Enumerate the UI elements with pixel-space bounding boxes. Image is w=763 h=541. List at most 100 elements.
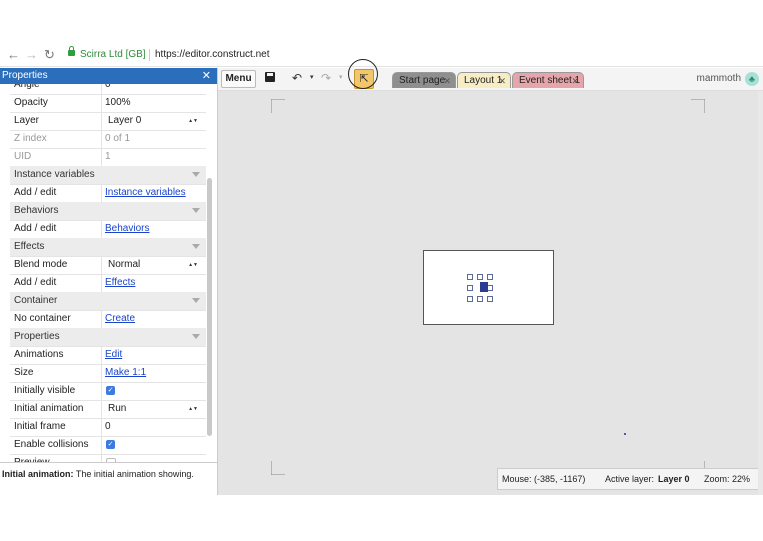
cursor-highlight-ring	[348, 59, 378, 89]
section-title: Instance variables	[14, 169, 95, 180]
property-name: Preview	[14, 454, 50, 462]
property-select[interactable]: Run ▲▼	[105, 400, 202, 418]
menu-button[interactable]: Menu	[221, 70, 256, 88]
property-value[interactable]: 100%	[105, 94, 202, 112]
property-row: Initially visible ✓	[10, 382, 206, 401]
corner-marker-top-right	[691, 99, 705, 113]
property-section[interactable]: Behaviors	[10, 202, 206, 221]
properties-scrollbar[interactable]	[207, 178, 212, 436]
property-row: Z index 0 of 1	[10, 130, 206, 149]
url-text[interactable]: https://editor.construct.net	[155, 48, 270, 62]
link-text[interactable]: Instance variables	[105, 187, 186, 198]
resize-handle-nw[interactable]	[467, 274, 473, 280]
property-section[interactable]: Effects	[10, 238, 206, 257]
resize-handle-ne[interactable]	[487, 274, 493, 280]
layout-area[interactable]	[423, 250, 554, 325]
section-title: Effects	[14, 241, 45, 252]
column-divider	[101, 94, 102, 112]
tab-close-icon[interactable]: ✕	[443, 73, 451, 89]
value-text: 100%	[105, 97, 131, 108]
property-row: Size Make 1:1	[10, 364, 206, 383]
property-link[interactable]: Behaviors	[105, 220, 202, 238]
column-divider	[101, 400, 102, 418]
property-row: No container Create	[10, 310, 206, 329]
property-link[interactable]: Effects	[105, 274, 202, 292]
player-sprite[interactable]	[480, 282, 488, 292]
redo-dropdown-icon[interactable]: ▾	[339, 73, 343, 81]
property-value: 0 of 1	[105, 130, 202, 148]
property-name: Initially visible	[14, 385, 76, 396]
property-row: UID 1	[10, 148, 206, 167]
property-name: Add / edit	[14, 223, 57, 234]
forward-icon[interactable]: →	[25, 47, 38, 63]
property-row: Add / edit Effects	[10, 274, 206, 293]
property-name: Animations	[14, 349, 64, 360]
user-avatar-icon[interactable]: ♣	[745, 72, 759, 86]
property-name: Layer	[14, 115, 40, 126]
tab-close-icon[interactable]: ✕	[571, 73, 579, 89]
tab-layout-1[interactable]: Layout 1 ✕	[457, 72, 511, 88]
property-section[interactable]: Properties	[10, 328, 206, 347]
column-divider	[101, 256, 102, 274]
checkbox[interactable]: ✓	[106, 386, 115, 395]
tab-label: Start page	[399, 75, 446, 86]
property-row: Blend mode Normal ▲▼	[10, 256, 206, 275]
resize-handle-n[interactable]	[477, 274, 483, 280]
help-label: Initial animation:	[2, 469, 74, 479]
value-text: Normal	[108, 259, 141, 270]
layout-canvas[interactable]: Mouse: (-385, -1167) Active layer: Layer…	[218, 91, 763, 495]
close-icon[interactable]: ✕	[202, 68, 211, 84]
corner-marker-bottom-left	[271, 461, 285, 475]
link-text[interactable]: Create	[105, 313, 135, 324]
link-text[interactable]: Edit	[105, 349, 122, 360]
properties-header: Properties ✕	[0, 68, 217, 84]
resize-handle-se[interactable]	[487, 296, 493, 302]
user-name[interactable]: mammoth	[697, 72, 741, 86]
resize-handle-sw[interactable]	[467, 296, 473, 302]
property-name: Add / edit	[14, 187, 57, 198]
property-value[interactable]: 0	[105, 418, 202, 436]
property-name: Initial frame	[14, 421, 66, 432]
link-text[interactable]: Effects	[105, 277, 135, 288]
property-select[interactable]: Layer 0 ▲▼	[105, 112, 202, 130]
collapse-icon[interactable]	[192, 172, 200, 177]
save-icon[interactable]	[265, 72, 275, 82]
property-section[interactable]: Container	[10, 292, 206, 311]
link-text[interactable]: Behaviors	[105, 223, 149, 234]
property-value[interactable]: 0	[105, 84, 202, 94]
column-divider	[101, 148, 102, 166]
property-name: Blend mode	[14, 259, 68, 270]
undo-dropdown-icon[interactable]: ▾	[310, 73, 314, 81]
collapse-icon[interactable]	[192, 298, 200, 303]
tab-close-icon[interactable]: ✕	[498, 73, 506, 89]
property-name: UID	[14, 151, 32, 162]
redo-icon[interactable]: ↷	[321, 70, 331, 86]
property-select[interactable]: Normal ▲▼	[105, 256, 202, 274]
property-link[interactable]: Create	[105, 310, 202, 328]
link-text[interactable]: Make 1:1	[105, 367, 146, 378]
checkbox[interactable]: ✓	[106, 440, 115, 449]
collapse-icon[interactable]	[192, 208, 200, 213]
property-section[interactable]: Instance variables	[10, 166, 206, 185]
tab-start-page[interactable]: Start page ✕	[392, 72, 456, 88]
tab-event-sheet-1[interactable]: Event sheet 1 ✕	[512, 72, 584, 88]
properties-panel: Properties ✕ Angle 0 Opacity 100% Layer Layer…	[0, 68, 218, 495]
site-identity[interactable]: Scirra Ltd [GB]	[80, 48, 146, 62]
resize-handle-w[interactable]	[467, 285, 473, 291]
section-title: Container	[14, 295, 58, 306]
column-divider	[101, 184, 102, 202]
reload-icon[interactable]: ↻	[44, 47, 55, 63]
property-link[interactable]: Instance variables	[105, 184, 202, 202]
value-text: 0 of 1	[105, 133, 131, 144]
collapse-icon[interactable]	[192, 244, 200, 249]
back-icon[interactable]: ←	[7, 47, 20, 63]
property-name: No container	[14, 313, 71, 324]
undo-icon[interactable]: ↶	[292, 70, 302, 86]
collapse-icon[interactable]	[192, 334, 200, 339]
resize-handle-s[interactable]	[477, 296, 483, 302]
property-link[interactable]: Make 1:1	[105, 364, 202, 382]
canvas-scrollbar[interactable]	[758, 91, 763, 495]
mouse-position: Mouse: (-385, -1167)	[502, 474, 586, 484]
property-link[interactable]: Edit	[105, 346, 202, 364]
property-row: Opacity 100%	[10, 94, 206, 113]
